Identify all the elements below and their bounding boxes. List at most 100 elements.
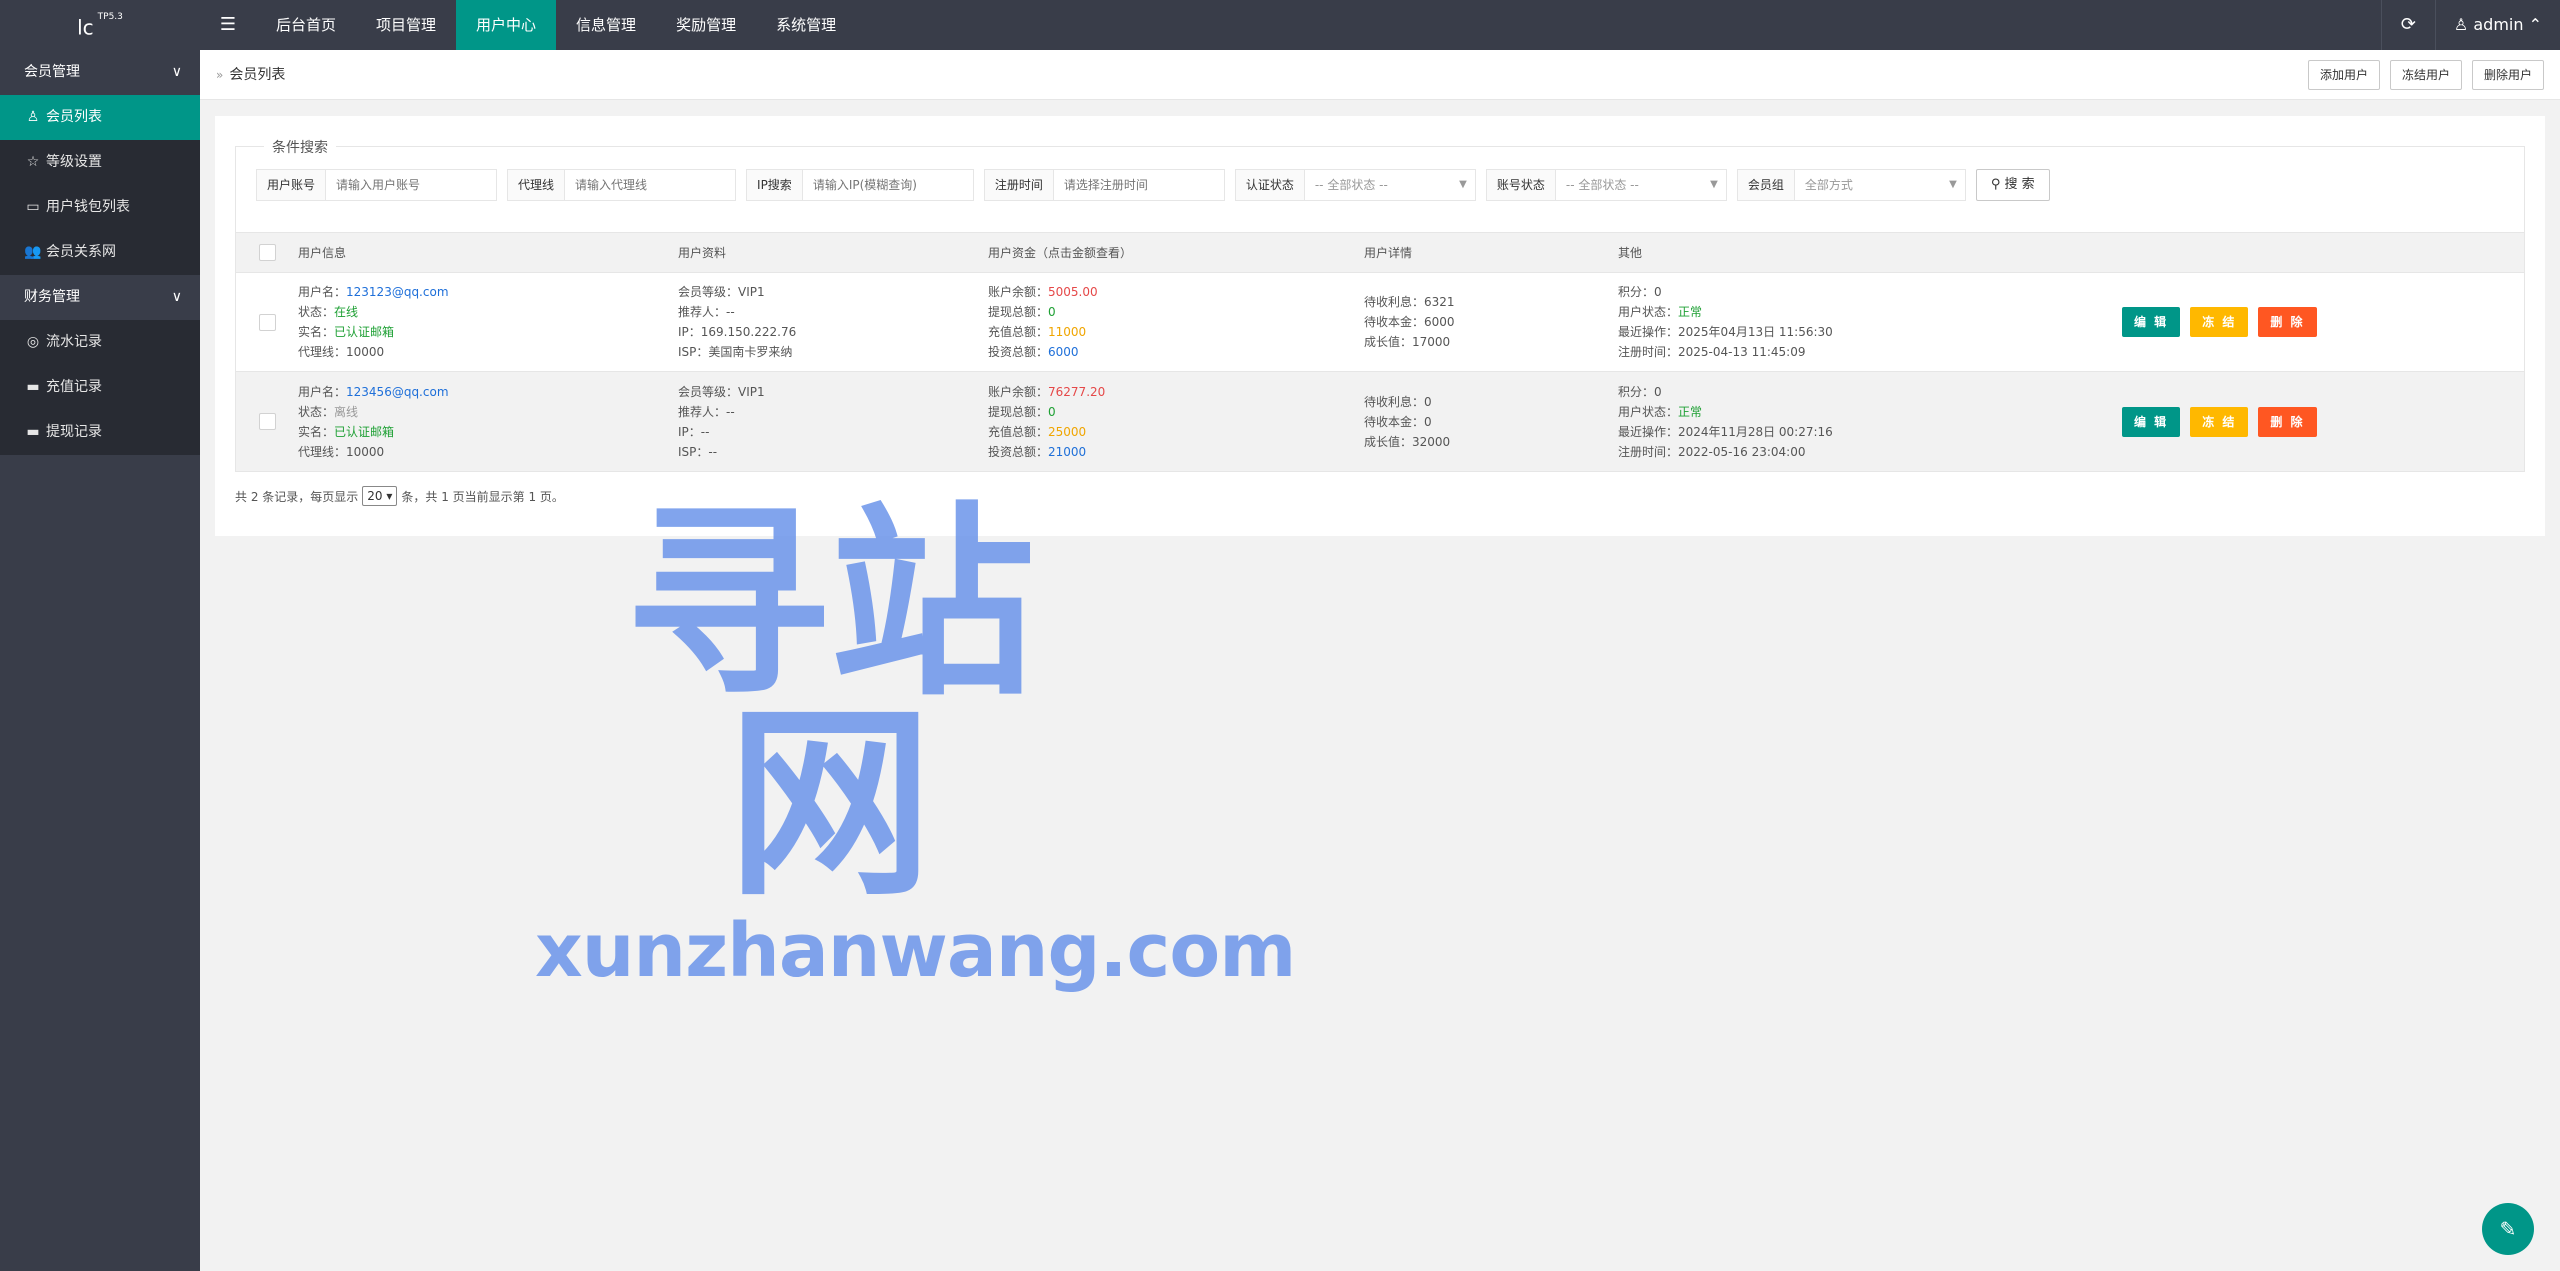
refresh-icon[interactable]: ⟳ (2380, 0, 2435, 50)
th-other: 其他 (1618, 246, 1643, 260)
th-user-info: 用户信息 (298, 246, 347, 260)
filter-account: 用户账号 (256, 169, 498, 201)
sidebar-item-recharge[interactable]: ▬ 充值记录 (0, 365, 200, 410)
user-profile-cell: 会员等级：VIP1 推荐人：-- IP：169.150.222.76 ISP：美… (678, 285, 797, 359)
main-card: 条件搜索 用户账号 代理线 IP搜索 注册时间 认证状态 -- 全部状态 (215, 116, 2545, 536)
coin-icon: ◎ (26, 334, 40, 350)
invest-link[interactable]: 21000 (1048, 445, 1086, 459)
filter-auth-status: 认证状态 -- 全部状态 -- ▼ (1234, 169, 1476, 201)
row-actions: 编 辑 冻 结 删 除 (2122, 406, 2317, 437)
sidebar-group-members[interactable]: 会员管理 ∨ (0, 50, 200, 95)
top-right: ⟳ ♙ admin ⌃ (2380, 0, 2560, 50)
nav-home[interactable]: 后台首页 (256, 0, 356, 50)
sidebar-item-relations[interactable]: 👥 会员关系网 (0, 230, 200, 275)
card-icon: ▭ (26, 199, 40, 215)
user-name: admin (2473, 15, 2524, 34)
row-actions: 编 辑 冻 结 删 除 (2122, 307, 2317, 337)
floating-action-icon[interactable]: ✎ (2482, 1203, 2534, 1255)
table-row: 用户名：123456@qq.com 状态：离线 实名：已认证邮箱 代理线：100… (236, 372, 2524, 471)
balance-link[interactable]: 5005.00 (1048, 285, 1098, 299)
breadcrumb-separator-icon: » (216, 68, 224, 82)
user-details-cell: 待收利息：0 待收本金：0 成长值：32000 (1364, 394, 1451, 449)
th-user-details: 用户详情 (1364, 246, 1413, 260)
recharge-link[interactable]: 11000 (1048, 325, 1086, 339)
search-filters: 用户账号 代理线 IP搜索 注册时间 认证状态 -- 全部状态 --▼ (256, 169, 2050, 201)
edit-button[interactable]: 编 辑 (2122, 307, 2181, 337)
sidebar-group-finance[interactable]: 财务管理 ∨ (0, 275, 200, 320)
caret-down-icon: ▼ (1710, 179, 1718, 190)
user-info-cell: 用户名：123123@qq.com 状态：在线 实名：已认证邮箱 代理线：100… (298, 285, 449, 359)
withdraw-link[interactable]: 0 (1048, 305, 1056, 319)
nav-projects[interactable]: 项目管理 (356, 0, 456, 50)
caret-down-icon: ▼ (1459, 179, 1467, 190)
user-icon: ♙ (26, 109, 40, 125)
sidebar-item-withdraw[interactable]: ▬ 提现记录 (0, 410, 200, 455)
sidebar-item-level-settings[interactable]: ☆ 等级设置 (0, 140, 200, 185)
user-funds-cell: 账户余额：5005.00 提现总额：0 充值总额：11000 投资总额：6000 (988, 285, 1098, 359)
select-all-checkbox[interactable] (258, 244, 276, 261)
username-link[interactable]: 123123@qq.com (346, 285, 449, 299)
freeze-button[interactable]: 冻 结 (2190, 406, 2249, 437)
delete-user-button[interactable]: 删除用户 (2471, 60, 2544, 90)
search-icon: ⚲ (1990, 177, 2001, 192)
sidebar-group-label: 财务管理 (24, 289, 80, 305)
users-icon: 👥 (24, 244, 42, 260)
delete-button[interactable]: 删 除 (2258, 406, 2317, 437)
withdraw-link[interactable]: 0 (1048, 405, 1056, 419)
filter-reg-time: 注册时间 (983, 169, 1225, 201)
add-user-button[interactable]: 添加用户 (2307, 60, 2380, 90)
row-checkbox[interactable] (258, 413, 276, 430)
sidebar-item-flow[interactable]: ◎ 流水记录 (0, 320, 200, 365)
sidebar: 会员管理 ∨ ♙ 会员列表 ☆ 等级设置 ▭ 用户钱包列表 👥 会员关系网 财务管理 ∨… (0, 50, 200, 1271)
freeze-user-button[interactable]: 冻结用户 (2389, 60, 2462, 90)
breadcrumb-current: 会员列表 (229, 67, 286, 83)
pagination-info: 共 2 条记录，每页显示 20 ▾ 条，共 1 页当前显示第 1 页。 (235, 486, 564, 506)
per-page-select[interactable]: 20 ▾ (362, 486, 398, 506)
watermark: 寻站网 xunzhanwang.com (535, 486, 1296, 994)
top-header: lc TP5.3 ☰ 后台首页 项目管理 用户中心 信息管理 奖励管理 系统管理 … (0, 0, 2560, 50)
row-checkbox[interactable] (258, 313, 276, 331)
filter-member-group: 会员组 全部方式 ▼ (1736, 169, 1966, 201)
ip-input[interactable] (802, 170, 973, 200)
edit-button[interactable]: 编 辑 (2122, 406, 2181, 437)
breadcrumb: » 会员列表 (216, 50, 285, 100)
member-group-select[interactable]: 全部方式 ▼ (1794, 170, 1965, 200)
freeze-button[interactable]: 冻 结 (2190, 307, 2249, 337)
recharge-link[interactable]: 25000 (1048, 425, 1086, 439)
chevron-down-icon: ∨ (171, 64, 182, 80)
auth-status-select[interactable]: -- 全部状态 -- ▼ (1304, 170, 1475, 200)
balance-link[interactable]: 76277.20 (1048, 385, 1105, 399)
nav-info[interactable]: 信息管理 (556, 0, 656, 50)
user-profile-cell: 会员等级：VIP1 推荐人：-- IP：-- ISP：-- (678, 384, 765, 459)
logo[interactable]: lc TP5.3 (0, 0, 200, 50)
sidebar-item-member-list[interactable]: ♙ 会员列表 (0, 95, 200, 140)
filter-ip: IP搜索 (746, 169, 974, 201)
other-cell: 积分：0 用户状态：正常 最近操作：2024年11月28日 00:27:16 注… (1618, 384, 1833, 459)
invest-link[interactable]: 6000 (1048, 345, 1079, 359)
user-funds-cell: 账户余额：76277.20 提现总额：0 充值总额：25000 投资总额：210… (988, 384, 1106, 459)
th-user-profile: 用户资料 (678, 246, 727, 260)
breadcrumb-bar: » 会员列表 添加用户 冻结用户 删除用户 (200, 50, 2560, 100)
filter-agent: 代理线 (507, 169, 737, 201)
user-icon: ♙ (2453, 15, 2469, 34)
filter-account-status: 账号状态 -- 全部状态 -- ▼ (1485, 169, 1727, 201)
user-menu[interactable]: ♙ admin ⌃ (2434, 0, 2560, 50)
account-input[interactable] (326, 170, 497, 200)
nav-system[interactable]: 系统管理 (756, 0, 856, 50)
caret-down-icon: ▼ (1949, 179, 1957, 190)
other-cell: 积分：0 用户状态：正常 最近操作：2025年04月13日 11:56:30 注… (1618, 285, 1833, 359)
search-button[interactable]: ⚲ 搜 索 (1975, 169, 2050, 201)
member-table: 用户信息 用户资料 用户资金（点击金额查看） 用户详情 其他 用户名：12312… (235, 232, 2525, 472)
username-link[interactable]: 123456@qq.com (346, 385, 449, 399)
chevron-down-icon: ∨ (171, 289, 182, 305)
table-header: 用户信息 用户资料 用户资金（点击金额查看） 用户详情 其他 (236, 233, 2524, 273)
nav-user-center[interactable]: 用户中心 (456, 0, 557, 50)
delete-button[interactable]: 删 除 (2258, 307, 2317, 337)
reg-time-input[interactable] (1053, 170, 1224, 200)
agent-input[interactable] (565, 170, 736, 200)
account-status-select[interactable]: -- 全部状态 -- ▼ (1555, 170, 1726, 200)
star-icon: ☆ (26, 154, 40, 170)
menu-toggle-icon[interactable]: ☰ (200, 0, 256, 50)
sidebar-item-wallet-list[interactable]: ▭ 用户钱包列表 (0, 185, 200, 230)
nav-rewards[interactable]: 奖励管理 (656, 0, 756, 50)
